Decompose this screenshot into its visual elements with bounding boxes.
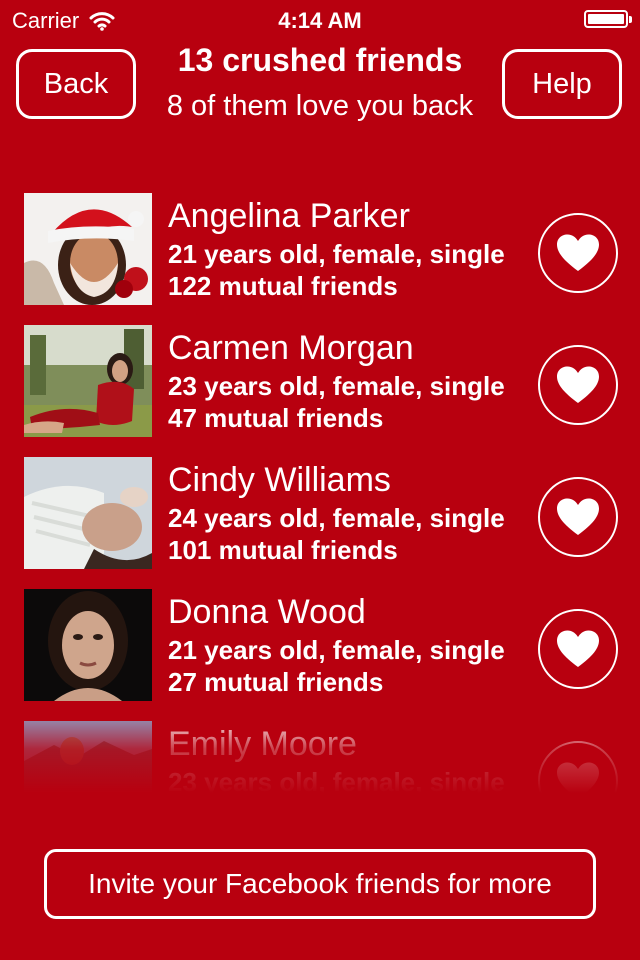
crush-heart-button[interactable] bbox=[538, 345, 618, 425]
help-button[interactable]: Help bbox=[502, 49, 622, 119]
friend-mutual-count: 47 mutual friends bbox=[168, 403, 384, 433]
heart-icon bbox=[557, 234, 599, 271]
crush-heart-button[interactable] bbox=[538, 477, 618, 557]
friend-info: 23 years old, female, single bbox=[168, 767, 505, 793]
crush-heart-button[interactable] bbox=[538, 741, 618, 793]
avatar bbox=[24, 721, 152, 793]
heart-icon bbox=[557, 498, 599, 535]
friend-name: Carmen Morgan bbox=[168, 329, 414, 367]
friend-mutual-count: 101 mutual friends bbox=[168, 535, 398, 565]
battery-icon bbox=[584, 10, 632, 28]
friend-mutual-count: 27 mutual friends bbox=[168, 667, 384, 697]
list-item[interactable]: Emily Moore 23 years old, female, single bbox=[0, 721, 640, 793]
invite-friends-button[interactable]: Invite your Facebook friends for more bbox=[44, 849, 596, 919]
friend-info: 21 years old, female, single bbox=[168, 239, 505, 269]
avatar bbox=[24, 325, 152, 437]
friend-info: 23 years old, female, single bbox=[168, 371, 505, 401]
page-title: 13 crushed friends bbox=[177, 42, 463, 78]
list-item[interactable]: Cindy Williams 24 years old, female, sin… bbox=[0, 457, 640, 569]
friend-name: Emily Moore bbox=[168, 725, 357, 763]
crush-heart-button[interactable] bbox=[538, 609, 618, 689]
friend-mutual-count: 122 mutual friends bbox=[168, 271, 398, 301]
avatar bbox=[24, 193, 152, 305]
list-item[interactable]: Angelina Parker 21 years old, female, si… bbox=[0, 193, 640, 305]
avatar bbox=[24, 457, 152, 569]
status-bar: Carrier 4:14 AM bbox=[0, 0, 640, 40]
friend-info: 24 years old, female, single bbox=[168, 503, 505, 533]
friend-list[interactable]: Angelina Parker 21 years old, female, si… bbox=[0, 193, 640, 793]
heart-icon bbox=[557, 762, 599, 793]
crush-heart-button[interactable] bbox=[538, 213, 618, 293]
friend-name: Donna Wood bbox=[168, 593, 366, 631]
page-subtitle: 8 of them love you back bbox=[166, 90, 474, 122]
heart-icon bbox=[557, 630, 599, 667]
friend-info: 21 years old, female, single bbox=[168, 635, 505, 665]
list-item[interactable]: Carmen Morgan 23 years old, female, sing… bbox=[0, 325, 640, 437]
back-button[interactable]: Back bbox=[16, 49, 136, 119]
friend-name: Angelina Parker bbox=[168, 197, 410, 235]
avatar bbox=[24, 589, 152, 701]
list-item[interactable]: Donna Wood 21 years old, female, single … bbox=[0, 589, 640, 701]
friend-name: Cindy Williams bbox=[168, 461, 391, 499]
heart-icon bbox=[557, 366, 599, 403]
battery-tip bbox=[629, 16, 632, 23]
status-time: 4:14 AM bbox=[278, 8, 362, 33]
battery-fill bbox=[588, 14, 624, 24]
